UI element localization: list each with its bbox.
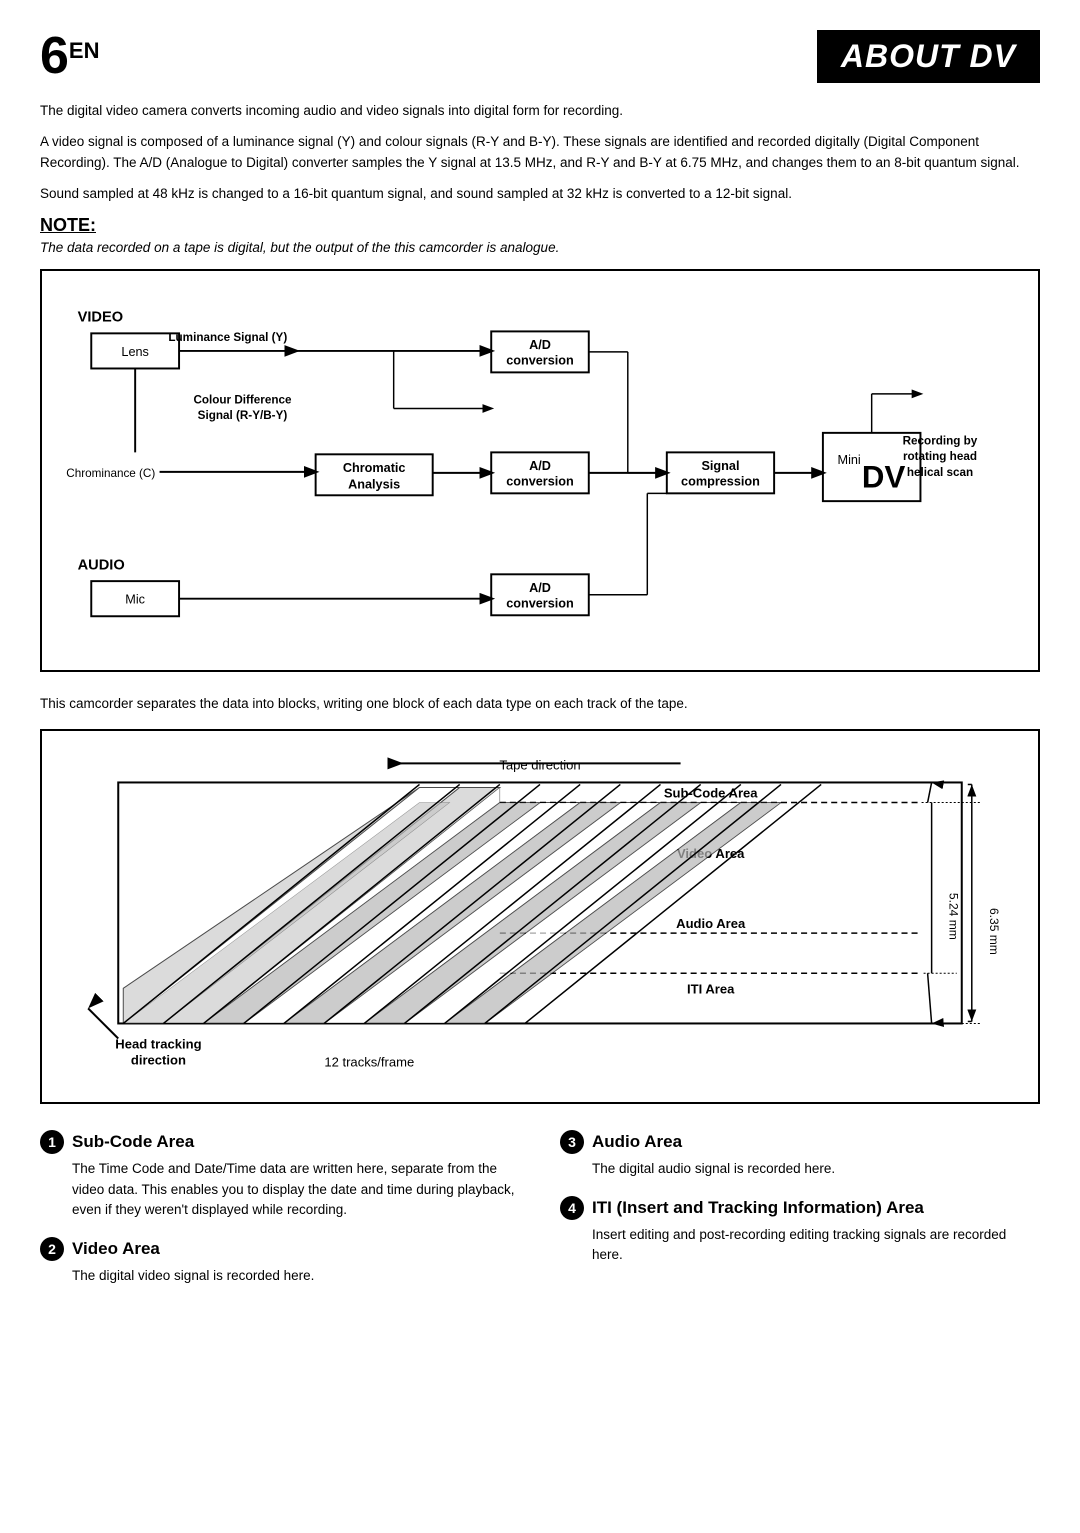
area-4-desc: Insert editing and post-recording editin… xyxy=(560,1225,1040,1267)
svg-text:5.24 mm: 5.24 mm xyxy=(947,893,961,940)
bullet-3: 3 xyxy=(560,1130,584,1154)
bullet-4: 4 xyxy=(560,1196,584,1220)
intro-para1: The digital video camera converts incomi… xyxy=(40,101,1040,122)
page-number: 6EN xyxy=(40,30,99,82)
svg-text:Chromatic: Chromatic xyxy=(343,461,406,475)
svg-text:Mini: Mini xyxy=(838,453,861,467)
about-dv-title: ABOUT DV xyxy=(817,30,1040,83)
area-3-title: 3 Audio Area xyxy=(560,1130,1040,1154)
tape-svg: Tape direction Sub-Code Area Video Area … xyxy=(58,743,1022,1083)
section-break-text: This camcorder separates the data into b… xyxy=(40,694,1040,715)
svg-text:rotating head: rotating head xyxy=(903,450,977,463)
svg-text:helical scan: helical scan xyxy=(907,465,973,478)
area-3: 3 Audio Area The digital audio signal is… xyxy=(560,1130,1040,1180)
signal-flow-svg: VIDEO AUDIO Lens Luminance Signal (Y) Co… xyxy=(62,287,1018,647)
area-1: 1 Sub-Code Area The Time Code and Date/T… xyxy=(40,1130,520,1222)
bullet-1: 1 xyxy=(40,1130,64,1154)
svg-text:ITI Area: ITI Area xyxy=(687,981,735,996)
page-header: 6EN ABOUT DV xyxy=(40,30,1040,83)
svg-text:A/D: A/D xyxy=(529,459,551,473)
svg-text:conversion: conversion xyxy=(506,474,574,488)
area-2-desc: The digital video signal is recorded her… xyxy=(40,1266,520,1287)
svg-text:12 tracks/frame: 12 tracks/frame xyxy=(324,1054,414,1069)
note-section: NOTE: The data recorded on a tape is dig… xyxy=(40,215,1040,255)
svg-text:Mic: Mic xyxy=(125,592,145,606)
svg-text:Signal (R-Y/B-Y): Signal (R-Y/B-Y) xyxy=(198,409,288,422)
bullet-2: 2 xyxy=(40,1237,64,1261)
svg-text:Lens: Lens xyxy=(121,344,148,358)
svg-text:conversion: conversion xyxy=(506,596,574,610)
note-heading: NOTE: xyxy=(40,215,1040,236)
svg-text:Chrominance (C): Chrominance (C) xyxy=(66,466,155,479)
note-text: The data recorded on a tape is digital, … xyxy=(40,240,1040,255)
intro-para2: A video signal is composed of a luminanc… xyxy=(40,132,1040,174)
area-1-desc: The Time Code and Date/Time data are wri… xyxy=(40,1159,520,1222)
svg-text:DV: DV xyxy=(862,459,906,494)
area-2-title: 2 Video Area xyxy=(40,1237,520,1261)
svg-text:A/D: A/D xyxy=(529,338,551,352)
svg-text:Analysis: Analysis xyxy=(348,477,400,491)
svg-text:Colour Difference: Colour Difference xyxy=(193,393,292,406)
svg-text:Luminance Signal (Y): Luminance Signal (Y) xyxy=(168,331,287,344)
intro-para3: Sound sampled at 48 kHz is changed to a … xyxy=(40,184,1040,205)
svg-text:A/D: A/D xyxy=(529,581,551,595)
signal-flow-diagram: VIDEO AUDIO Lens Luminance Signal (Y) Co… xyxy=(40,269,1040,672)
tape-diagram: Tape direction Sub-Code Area Video Area … xyxy=(40,729,1040,1104)
svg-text:Signal: Signal xyxy=(701,459,739,473)
svg-text:Sub-Code Area: Sub-Code Area xyxy=(664,785,758,800)
area-2: 2 Video Area The digital video signal is… xyxy=(40,1237,520,1287)
svg-text:Audio Area: Audio Area xyxy=(676,916,746,931)
svg-text:Recording by: Recording by xyxy=(903,434,978,447)
area-4-title: 4 ITI (Insert and Tracking Information) … xyxy=(560,1196,1040,1220)
svg-text:direction: direction xyxy=(131,1052,186,1067)
svg-text:Head tracking: Head tracking xyxy=(115,1036,201,1051)
svg-text:conversion: conversion xyxy=(506,353,574,367)
svg-text:6.35 mm: 6.35 mm xyxy=(987,908,1001,955)
area-4: 4 ITI (Insert and Tracking Information) … xyxy=(560,1196,1040,1267)
svg-text:VIDEO: VIDEO xyxy=(78,309,124,325)
area-1-title: 1 Sub-Code Area xyxy=(40,1130,520,1154)
areas-grid: 1 Sub-Code Area The Time Code and Date/T… xyxy=(40,1130,1040,1304)
svg-text:compression: compression xyxy=(681,474,760,488)
area-3-desc: The digital audio signal is recorded her… xyxy=(560,1159,1040,1180)
svg-text:Tape direction: Tape direction xyxy=(499,757,580,772)
svg-text:AUDIO: AUDIO xyxy=(78,557,125,573)
